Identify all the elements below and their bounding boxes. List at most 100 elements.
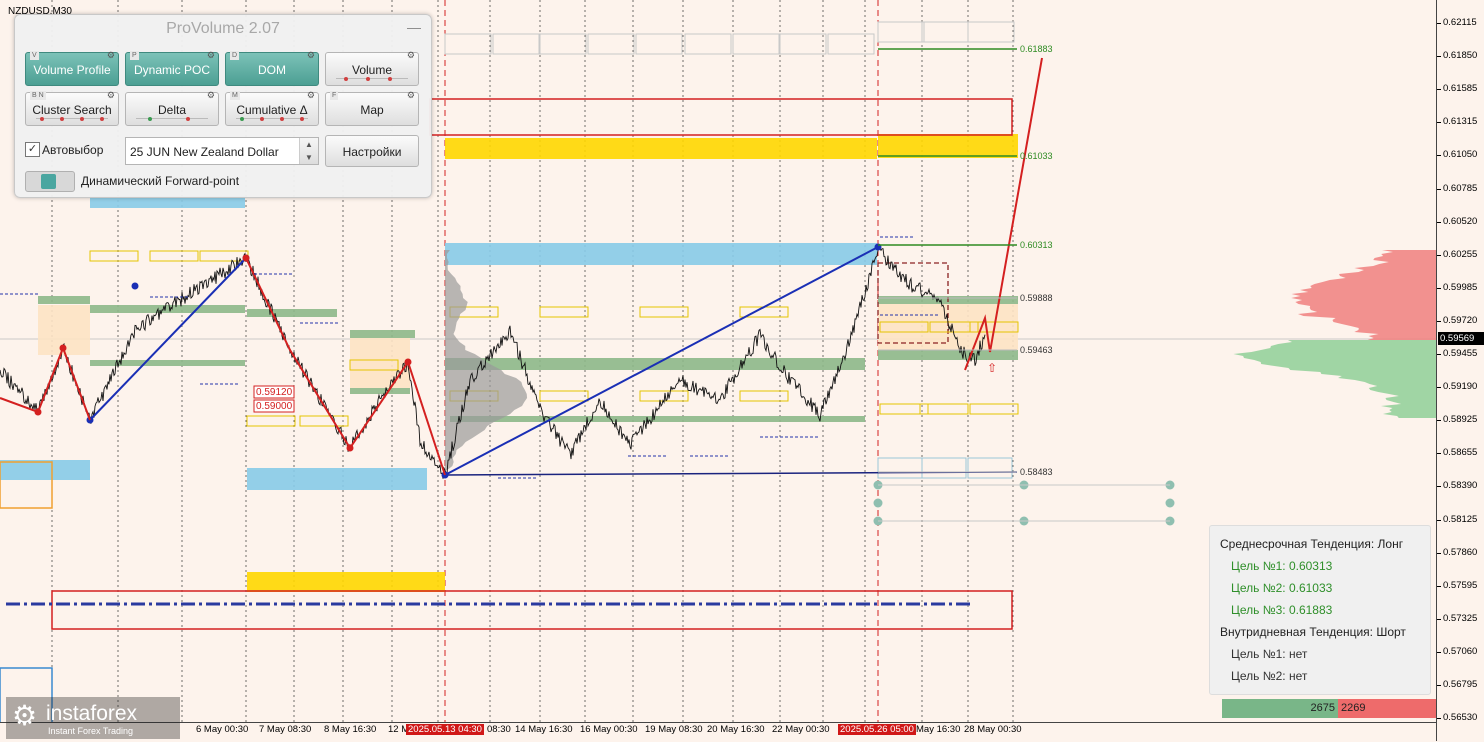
time-label: 08:30 [487,724,511,735]
gear-icon[interactable]: ⚙ [307,50,315,60]
yellow-box [920,404,968,414]
grey-box [780,34,826,54]
hotkey-badge: P [130,51,139,60]
green-zone [450,416,865,422]
pivot-point [347,445,354,452]
level-label: 0.61033 [1020,151,1053,161]
price-axis[interactable]: 0.62115 0.61850 0.61585 0.61315 0.61050 0.607… [1436,0,1484,741]
grey-box [878,458,922,478]
yellow-box [540,307,588,317]
forward-point-label: Динамический Forward-point [81,174,239,188]
time-label: 28 May 00:30 [964,724,1022,735]
green-zone [38,296,90,304]
hotkey-badge: D [230,51,239,60]
gear-icon[interactable]: ⚙ [107,90,115,100]
price-tick: 0.58390 [1443,480,1477,491]
volume-button[interactable]: ⚙ Volume [325,52,419,86]
orange-zone [350,338,410,388]
time-label: 19 May 08:30 [645,724,703,735]
blue-zone [445,243,877,265]
time-axis[interactable]: 6 May 00:30 7 May 08:30 8 May 16:30 12 M 202… [0,722,1436,742]
time-label: 6 May 00:30 [196,724,248,735]
level-label: 0.59463 [1020,345,1053,355]
time-label: 22 May 00:30 [772,724,830,735]
green-zone [90,360,245,366]
yellow-box [247,416,295,426]
target-1-label: Цель №1: 0.60313 [1231,559,1332,573]
hotkey-badge: M [230,91,240,100]
price-tick: 0.61315 [1443,116,1477,127]
grey-box [685,34,731,54]
price-tick: 0.58125 [1443,514,1477,525]
time-label: 20 May 16:30 [707,724,765,735]
forward-point-toggle[interactable] [25,171,75,192]
red-box [430,99,1012,135]
grey-box [922,22,968,42]
time-label: 16 May 00:30 [580,724,638,735]
provolume-panel[interactable]: ProVolume 2.07 — V ⚙ Volume Profile P ⚙ … [14,14,432,198]
grey-box [493,34,539,54]
contract-select[interactable]: 25 JUN New Zealand Dollar ▲ ▼ [125,137,319,165]
current-price-label: 0.59569 [1438,332,1484,345]
trend-info-box: Среднесрочная Тенденция: Лонг Цель №1: 0… [1209,525,1431,695]
yellow-box [880,404,928,414]
volume-profile-button[interactable]: V ⚙ Volume Profile [25,52,119,86]
settings-button[interactable]: Настройки [325,135,419,167]
cumulative-delta-button[interactable]: M ⚙ Cumulative Δ [225,92,319,126]
autoselect-checkbox[interactable]: ✓ [25,142,40,157]
dom-ask-profile [1291,250,1436,340]
minimize-button[interactable]: — [407,19,421,35]
red-box [52,591,1012,629]
button-label: Cluster Search [32,103,111,117]
yellow-zone [878,134,1018,158]
indicator-strip [336,78,408,82]
button-label: Volume Profile [33,63,110,77]
button-label: Настройки [343,145,402,159]
yellow-box [740,391,788,401]
grey-box [636,34,682,54]
up-arrow-icon: ⇧ [987,361,997,375]
price-tick: 0.59985 [1443,282,1477,293]
autoselect-label: Автовыбор [42,143,103,157]
dom-button[interactable]: D ⚙ DOM [225,52,319,86]
price-tick: 0.60255 [1443,249,1477,260]
price-tick: 0.61050 [1443,149,1477,160]
hotkey-badge: F [330,91,338,100]
dynamic-poc-button[interactable]: P ⚙ Dynamic POC [125,52,219,86]
yellow-box [150,251,198,261]
gear-icon[interactable]: ⚙ [207,90,215,100]
target-3-label: Цель №3: 0.61883 [1231,603,1332,617]
price-box-label: 0.59000 [256,401,293,412]
logo-tagline: Instant Forex Trading [48,726,133,736]
price-tick: 0.59455 [1443,348,1477,359]
pivot-point [243,255,250,262]
cluster-search-button[interactable]: B N ⚙ Cluster Search [25,92,119,126]
level-label: 0.60313 [1020,240,1053,250]
time-label: May 16:30 [916,724,960,735]
map-button[interactable]: F ⚙ Map [325,92,419,126]
grey-box [922,458,966,478]
green-zone [90,305,245,313]
gear-icon[interactable]: ⚙ [407,90,415,100]
delta-button[interactable]: ⚙ Delta [125,92,219,126]
time-label: 7 May 08:30 [259,724,311,735]
grey-box [540,34,586,54]
gear-icon[interactable]: ⚙ [107,50,115,60]
indicator-strip [136,118,208,122]
button-label: Map [360,103,383,117]
gear-icon[interactable]: ⚙ [207,50,215,60]
intraday-target-2-label: Цель №2: нет [1231,669,1307,683]
button-label: Dynamic POC [134,63,210,77]
grey-box [878,22,924,42]
level-label: 0.59888 [1020,293,1053,303]
button-label: Cumulative Δ [236,103,307,117]
spinner-icon[interactable]: ▲ ▼ [299,138,318,164]
blue-zone [0,460,90,480]
green-zone [350,388,410,394]
price-tick: 0.57325 [1443,613,1477,624]
gear-icon[interactable]: ⚙ [307,90,315,100]
price-tick: 0.60785 [1443,183,1477,194]
gear-icon[interactable]: ⚙ [407,50,415,60]
grey-box [968,458,1012,478]
yellow-box [970,404,1018,414]
